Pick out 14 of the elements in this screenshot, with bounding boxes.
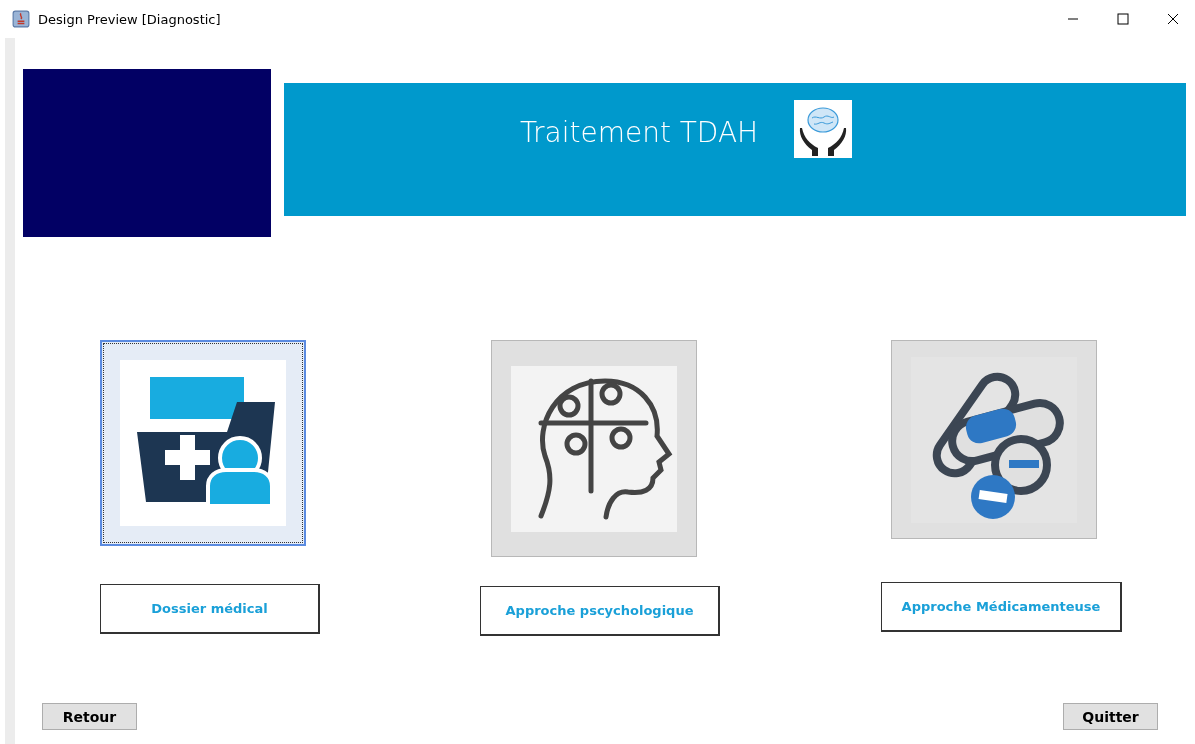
option-button[interactable]: Approche pscychologique xyxy=(480,586,720,636)
quit-button[interactable]: Quitter xyxy=(1063,703,1158,730)
brain-hands-icon xyxy=(794,100,853,158)
option-tile[interactable] xyxy=(490,340,697,557)
close-icon[interactable] xyxy=(1167,13,1179,25)
maximize-icon[interactable] xyxy=(1117,13,1129,25)
option-tile[interactable] xyxy=(100,340,306,546)
option-tile[interactable] xyxy=(891,340,1097,539)
header-title: Traitement TDAH xyxy=(520,116,759,149)
java-app-icon xyxy=(12,10,30,28)
option-button[interactable]: Dossier médical xyxy=(100,584,320,634)
window-title: Design Preview [Diagnostic] xyxy=(38,11,221,27)
option-button[interactable]: Approche Médicamenteuse xyxy=(881,582,1122,632)
back-button[interactable]: Retour xyxy=(42,703,137,730)
